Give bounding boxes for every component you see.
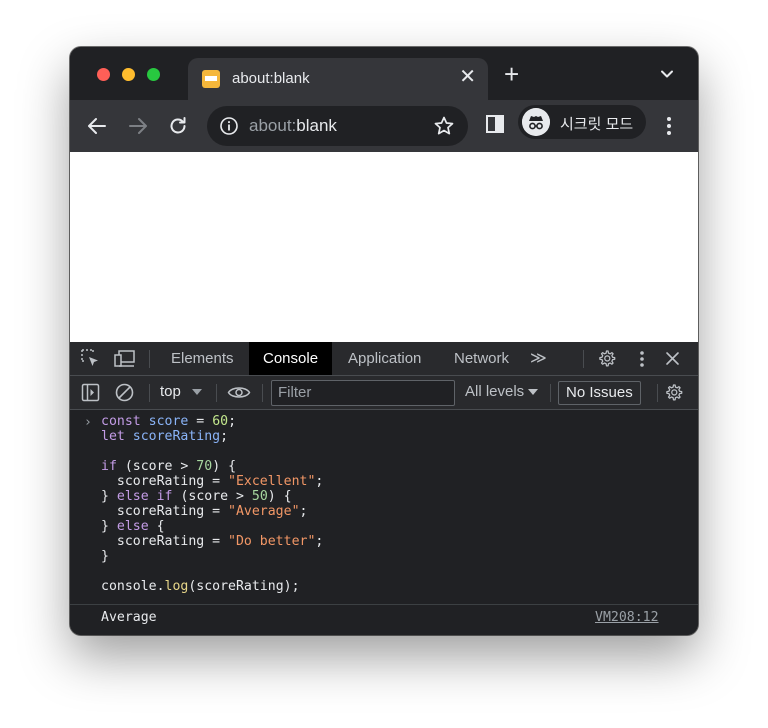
filter-placeholder: Filter	[278, 384, 312, 401]
console-output[interactable]: › const score = 60; let scoreRating; if …	[70, 410, 698, 635]
clear-console-icon[interactable]	[115, 383, 134, 402]
url-text: about:blank	[249, 116, 337, 135]
new-tab-button[interactable]: +	[504, 61, 519, 87]
tab-console[interactable]: Console	[249, 342, 333, 375]
page-viewport[interactable]	[70, 152, 698, 342]
context-dropdown-icon[interactable]	[192, 389, 202, 395]
levels-dropdown-icon[interactable]	[528, 389, 538, 395]
issues-button[interactable]: No Issues	[558, 381, 641, 405]
console-prompt-icon: ›	[84, 415, 92, 430]
device-toolbar-icon[interactable]	[114, 350, 136, 368]
tab-application[interactable]: Application	[334, 342, 435, 375]
incognito-label: 시크릿 모드	[560, 116, 634, 133]
browser-window: about:blank ✕ + about:blank 시크릿 모드 Eleme…	[70, 47, 698, 635]
incognito-icon	[522, 108, 550, 136]
console-sidebar-icon[interactable]	[81, 383, 100, 402]
tab-network[interactable]: Network	[440, 342, 523, 375]
site-info-icon[interactable]	[219, 116, 239, 136]
side-panel-icon[interactable]	[486, 115, 504, 133]
tab-title: about:blank	[232, 70, 310, 87]
bookmark-star-icon[interactable]	[433, 115, 455, 137]
console-log-row: Average VM208:12	[70, 604, 698, 629]
console-log-output: Average	[101, 610, 157, 625]
incognito-profile-button[interactable]: 시크릿 모드	[518, 105, 646, 139]
tab-search-chevron-icon[interactable]	[660, 67, 674, 81]
tab-strip: about:blank ✕ +	[70, 47, 698, 100]
devtools-panel: Elements Console Application Network ≫ t…	[70, 342, 698, 635]
maximize-window-button[interactable]	[147, 68, 160, 81]
forward-arrow-icon[interactable]	[127, 115, 149, 137]
live-expression-eye-icon[interactable]	[227, 385, 251, 400]
console-source-link[interactable]: VM208:12	[595, 610, 659, 625]
console-filter-input[interactable]: Filter	[271, 380, 455, 406]
inspect-element-icon[interactable]	[81, 349, 100, 368]
log-levels-dropdown[interactable]: All levels	[465, 383, 524, 400]
devtools-more-icon[interactable]	[639, 350, 645, 368]
browser-toolbar: about:blank 시크릿 모드	[70, 100, 698, 152]
devtools-tab-bar: Elements Console Application Network ≫	[70, 342, 698, 376]
console-input-code[interactable]: const score = 60; let scoreRating; if (s…	[101, 414, 323, 594]
more-menu-icon[interactable]	[666, 116, 672, 136]
tab-about-blank[interactable]: about:blank ✕	[188, 58, 488, 100]
minimize-window-button[interactable]	[122, 68, 135, 81]
close-window-button[interactable]	[97, 68, 110, 81]
tab-close-icon[interactable]: ✕	[459, 67, 476, 87]
settings-gear-icon[interactable]	[597, 349, 616, 368]
tab-elements[interactable]: Elements	[158, 342, 247, 375]
context-selector[interactable]: top	[160, 383, 181, 400]
back-arrow-icon[interactable]	[86, 115, 108, 137]
reload-icon[interactable]	[167, 115, 189, 137]
console-settings-gear-icon[interactable]	[664, 383, 683, 402]
more-tabs-icon[interactable]: ≫	[530, 342, 547, 375]
page-favicon-icon	[202, 70, 220, 88]
console-toolbar: top Filter All levels No Issues	[70, 376, 698, 410]
address-bar[interactable]: about:blank	[207, 106, 468, 146]
devtools-close-icon[interactable]	[665, 351, 680, 366]
